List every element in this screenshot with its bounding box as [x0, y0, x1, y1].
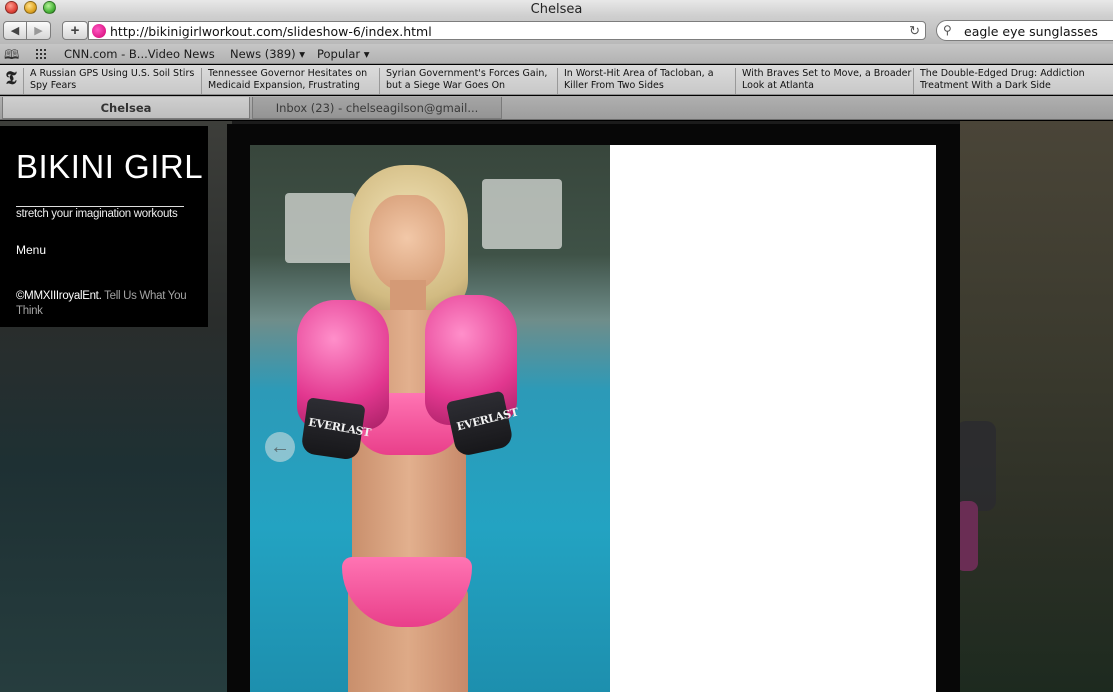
bookmark-popular[interactable]: Popular ▾: [317, 47, 370, 61]
bookmark-cnn[interactable]: CNN.com - B...Video News: [64, 47, 215, 61]
nyt-logo-icon[interactable]: 𝕿: [2, 68, 20, 90]
search-icon: ⚲: [943, 23, 952, 37]
site-favicon-icon: [92, 24, 106, 38]
headline-line: Syrian Government's Forces Gain,: [386, 68, 548, 79]
headline-line: In Worst-Hit Area of Tacloban, a: [564, 68, 714, 79]
footer-text: ©MMXIIIroyalEnt. Tell Us What You Think: [16, 289, 191, 319]
slideshow-blank-panel: [610, 145, 936, 692]
headline-item[interactable]: A Russian GPS Using U.S. Soil Stirs Spy …: [23, 68, 203, 94]
minimize-window-button[interactable]: [24, 1, 37, 14]
bookmark-news[interactable]: News (389) ▾: [230, 47, 305, 61]
headline-line: Killer From Two Sides: [564, 80, 664, 91]
site-logo[interactable]: BIKINI GIRL: [16, 148, 203, 186]
slideshow-stage: EVERLAST EVERLAST: [227, 124, 960, 692]
bookmarks-bar: 🕮 CNN.com - B...Video News News (389) ▾ …: [0, 44, 1113, 64]
tab-inbox[interactable]: Inbox (23) - chelseagilson@gmail...: [252, 97, 502, 119]
pool-lounger: [285, 193, 355, 263]
forward-button[interactable]: ▶: [27, 21, 51, 40]
headline-line: A Russian GPS Using U.S. Soil Stirs: [30, 68, 195, 79]
page-content: BIKINI GIRL stretch your imagination wor…: [0, 121, 1113, 692]
news-headlines-bar: 𝕿 A Russian GPS Using U.S. Soil Stirs Sp…: [0, 65, 1113, 95]
window-title: Chelsea: [530, 2, 583, 17]
model-face: [369, 195, 445, 291]
window-titlebar: Chelsea: [0, 0, 1113, 17]
slideshow-photo[interactable]: EVERLAST EVERLAST: [250, 145, 610, 692]
headline-line: With Braves Set to Move, a Broader: [742, 68, 912, 79]
headline-line: Spy Fears: [30, 80, 77, 91]
tab-bar: Chelsea Inbox (23) - chelseagilson@gmail…: [0, 96, 1113, 120]
headline-item[interactable]: With Braves Set to Move, a Broader Look …: [735, 68, 913, 94]
headline-line: but a Siege War Goes On: [386, 80, 506, 91]
pool-lounger: [482, 179, 562, 249]
headline-item[interactable]: Tennessee Governor Hesitates on Medicaid…: [201, 68, 379, 94]
search-input[interactable]: eagle eye sunglasses: [964, 24, 1098, 39]
search-field[interactable]: ⚲ eagle eye sunglasses: [936, 20, 1113, 41]
add-bookmark-button[interactable]: +: [62, 21, 88, 40]
site-tagline: stretch your imagination workouts: [16, 208, 178, 220]
headline-line: Treatment With a Dark Side: [920, 80, 1051, 91]
headline-line: Look at Atlanta: [742, 80, 814, 91]
reload-icon[interactable]: ↻: [909, 23, 920, 39]
back-button[interactable]: ◀: [3, 21, 27, 40]
logo-divider: [16, 206, 184, 207]
previous-slide-arrow-icon[interactable]: ←: [265, 432, 295, 462]
tab-chelsea[interactable]: Chelsea: [2, 97, 250, 119]
zoom-window-button[interactable]: [43, 1, 56, 14]
url-text[interactable]: http://bikinigirlworkout.com/slideshow-6…: [110, 24, 432, 39]
background-glove: [956, 421, 996, 511]
headline-item[interactable]: Syrian Government's Forces Gain, but a S…: [379, 68, 557, 94]
site-sidebar: BIKINI GIRL stretch your imagination wor…: [0, 126, 208, 327]
background-photo-right: [956, 121, 1113, 692]
top-sites-icon[interactable]: [35, 48, 48, 59]
browser-toolbar: ◀ ▶ + http://bikinigirlworkout.com/slide…: [0, 16, 1113, 44]
headline-line: The Double-Edged Drug: Addiction: [920, 68, 1085, 79]
menu-link[interactable]: Menu: [16, 243, 46, 257]
headline-line: Medicaid Expansion, Frustrating: [208, 80, 360, 91]
address-bar[interactable]: http://bikinigirlworkout.com/slideshow-6…: [88, 21, 926, 40]
close-window-button[interactable]: [5, 1, 18, 14]
headline-item[interactable]: The Double-Edged Drug: Addiction Treatme…: [913, 68, 1113, 94]
headline-item[interactable]: In Worst-Hit Area of Tacloban, a Killer …: [557, 68, 735, 94]
headline-line: Tennessee Governor Hesitates on: [208, 68, 368, 79]
copyright-text: ©MMXIIIroyalEnt.: [16, 290, 102, 302]
